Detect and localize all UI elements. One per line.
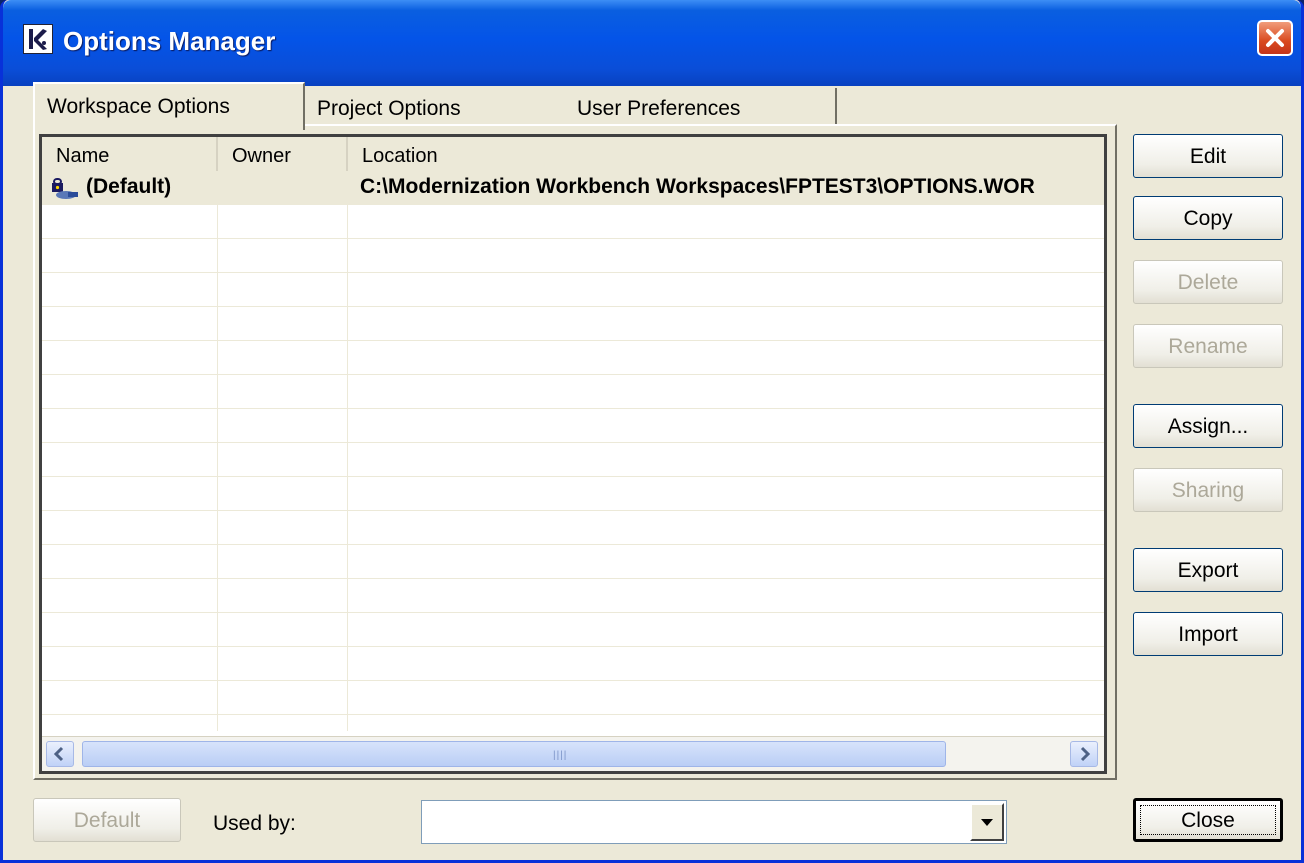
sharing-button-label: Sharing	[1171, 479, 1245, 502]
tab-strip: Workspace Options Project Options User P…	[33, 82, 843, 130]
options-manager-window: Options Manager Workspace Options Projec…	[0, 0, 1304, 863]
delete-button-label: Delete	[1177, 271, 1239, 294]
used-by-combobox[interactable]	[421, 800, 1007, 844]
grid-divider	[42, 374, 1104, 375]
grid-divider	[42, 238, 1104, 239]
default-button-label: Default	[73, 809, 141, 832]
column-header-name[interactable]: Name	[42, 137, 218, 171]
window-close-button[interactable]	[1257, 20, 1293, 56]
arrow-left-icon	[53, 746, 64, 762]
tab-workspace-options[interactable]: Workspace Options	[33, 82, 305, 130]
tab-user-preferences[interactable]: User Preferences	[565, 88, 837, 126]
grid-divider	[42, 442, 1104, 443]
assign-button-label: Assign...	[1167, 415, 1249, 438]
grid-divider	[42, 476, 1104, 477]
export-button-label: Export	[1177, 559, 1239, 582]
rename-button-label: Rename	[1168, 335, 1248, 358]
grid-divider	[347, 171, 348, 731]
export-button[interactable]: Export	[1133, 548, 1283, 592]
grid-divider	[217, 171, 218, 731]
scroll-left-button[interactable]	[46, 741, 74, 767]
row-location: C:\Modernization Workbench Workspaces\FP…	[360, 175, 1035, 198]
grid-divider	[42, 544, 1104, 545]
grid-divider	[42, 612, 1104, 613]
delete-button[interactable]: Delete	[1133, 260, 1283, 304]
copy-button[interactable]: Copy	[1133, 196, 1283, 240]
used-by-label: Used by:	[213, 812, 296, 835]
title-bar[interactable]: Options Manager	[3, 0, 1301, 86]
close-icon	[1266, 29, 1284, 47]
scroll-thumb[interactable]: ||||	[82, 741, 946, 767]
list-header: Name Owner Location	[42, 137, 1104, 172]
sharing-button[interactable]: Sharing	[1133, 468, 1283, 512]
grid-divider	[42, 680, 1104, 681]
app-icon	[23, 24, 53, 54]
tab-project-options-label: Project Options	[317, 97, 461, 120]
import-button[interactable]: Import	[1133, 612, 1283, 656]
grid-divider	[42, 646, 1104, 647]
grid-divider	[42, 578, 1104, 579]
grip-icon: ||||	[553, 750, 568, 761]
grid-divider	[42, 714, 1104, 715]
window-title: Options Manager	[63, 26, 276, 56]
grid-divider	[42, 408, 1104, 409]
combo-dropdown-button[interactable]	[970, 803, 1004, 841]
copy-button-label: Copy	[1183, 207, 1233, 230]
horizontal-scrollbar[interactable]: ||||	[42, 736, 1104, 771]
grid-divider	[42, 510, 1104, 511]
scroll-right-button[interactable]	[1070, 741, 1098, 767]
column-header-owner[interactable]: Owner	[218, 137, 348, 171]
edit-button[interactable]: Edit	[1133, 134, 1283, 178]
grid-divider	[42, 340, 1104, 341]
grid-divider	[42, 306, 1104, 307]
rename-button[interactable]: Rename	[1133, 324, 1283, 368]
chevron-down-icon	[981, 819, 993, 826]
import-button-label: Import	[1178, 623, 1238, 646]
default-button[interactable]: Default	[33, 798, 181, 842]
lock-user-icon	[52, 178, 78, 199]
row-name: (Default)	[86, 175, 172, 198]
tab-workspace-options-label: Workspace Options	[47, 95, 230, 118]
arrow-right-icon	[1080, 746, 1091, 762]
column-header-location[interactable]: Location	[348, 137, 1104, 171]
tab-project-options[interactable]: Project Options	[303, 88, 567, 126]
grid-divider	[42, 272, 1104, 273]
edit-button-label: Edit	[1189, 145, 1227, 168]
focus-rectangle	[1140, 805, 1276, 835]
assign-button[interactable]: Assign...	[1133, 404, 1283, 448]
options-list[interactable]: Name Owner Location (Default) C:\Moderni…	[39, 134, 1107, 774]
close-button[interactable]: Close	[1133, 798, 1283, 842]
tab-user-preferences-label: User Preferences	[577, 97, 741, 120]
